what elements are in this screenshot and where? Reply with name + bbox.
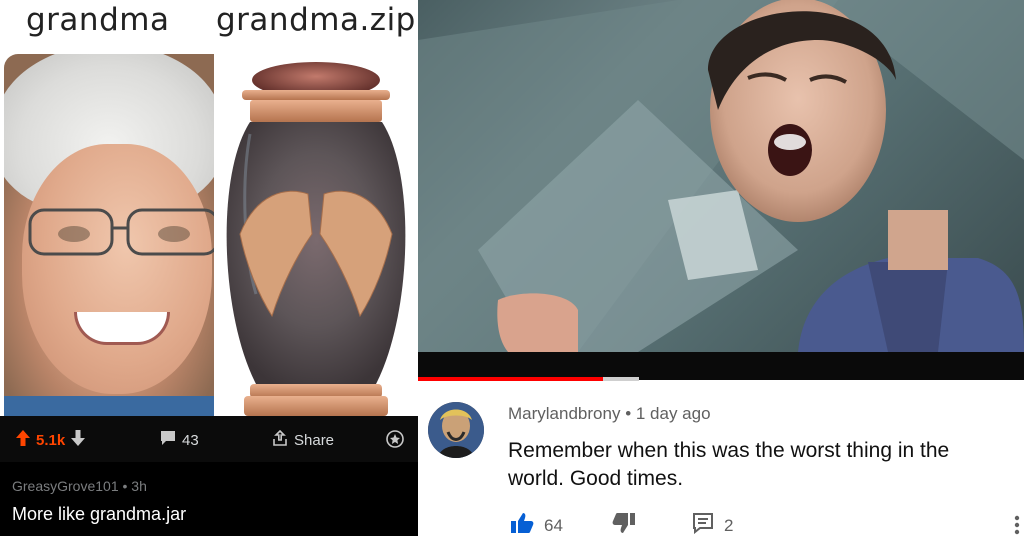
- urn-photo: [216, 54, 416, 416]
- caption-grandma: grandma: [26, 2, 170, 38]
- video-progress-played[interactable]: [418, 377, 603, 381]
- upvote-icon[interactable]: [16, 430, 30, 450]
- video-player[interactable]: [418, 0, 1024, 352]
- share-icon[interactable]: [272, 429, 288, 450]
- reddit-post: grandma grandma.zip 5.1k 43 Share Greasy…: [0, 0, 418, 536]
- video-controls-bar: [418, 352, 1024, 380]
- comment-count: 43: [182, 431, 199, 449]
- comment-meta: Marylandbrony • 1 day ago: [508, 404, 711, 423]
- comment-author[interactable]: GreasyGrove101: [12, 478, 119, 494]
- share-button[interactable]: Share: [294, 432, 334, 449]
- like-action[interactable]: 64: [510, 512, 563, 536]
- reply-count: 2: [724, 515, 734, 535]
- reddit-comment: GreasyGrove101 • 3h More like grandma.ja…: [0, 462, 418, 536]
- comment-author[interactable]: Marylandbrony: [508, 404, 620, 423]
- like-count: 64: [544, 515, 563, 535]
- video-progress-buffered: [603, 377, 639, 381]
- reply-action[interactable]: 2: [692, 512, 733, 536]
- comment-icon[interactable]: [160, 430, 176, 450]
- downvote-icon[interactable]: [71, 430, 86, 450]
- more-options-icon[interactable]: [1014, 515, 1020, 536]
- grandma-photo: [4, 54, 214, 416]
- youtube-panel: Marylandbrony • 1 day ago Remember when …: [418, 0, 1024, 536]
- award-icon[interactable]: [386, 430, 404, 452]
- reddit-action-bar: 5.1k 43 Share: [0, 416, 418, 462]
- caption-grandma-zip: grandma.zip: [216, 2, 416, 38]
- comment-meta: GreasyGrove101 • 3h: [12, 478, 147, 494]
- vote-count: 5.1k: [36, 431, 66, 449]
- comment-body: More like grandma.jar: [12, 504, 187, 524]
- commenter-avatar[interactable]: [428, 402, 484, 458]
- comment-time: 1 day ago: [635, 404, 711, 423]
- thumbs-down-icon[interactable]: [612, 512, 636, 536]
- dislike-action[interactable]: [612, 512, 636, 536]
- reply-icon[interactable]: [692, 512, 714, 536]
- comment-time: 3h: [131, 478, 147, 494]
- comment-body: Remember when this was the worst thing i…: [508, 439, 950, 490]
- thumbs-up-icon[interactable]: [510, 512, 534, 536]
